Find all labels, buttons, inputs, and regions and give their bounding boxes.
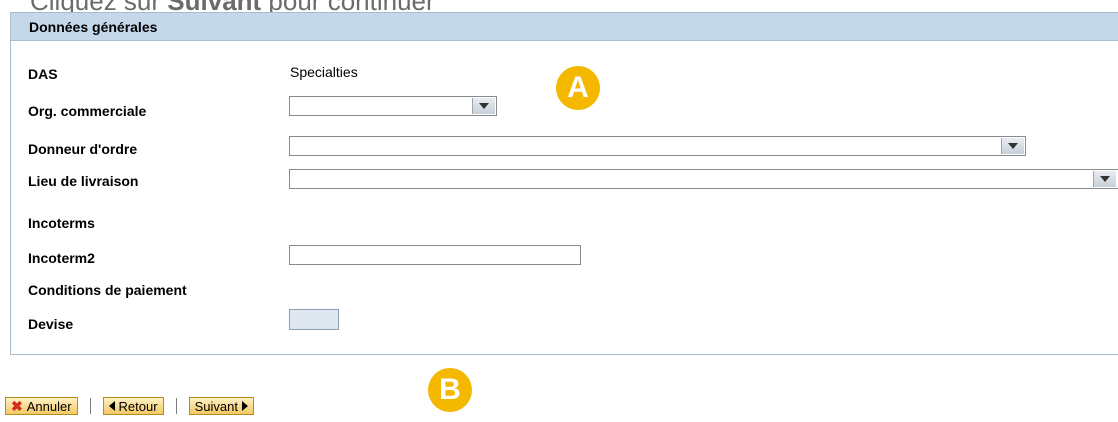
annuler-button[interactable]: ✖ Annuler	[5, 397, 78, 415]
chevron-down-icon	[1008, 143, 1018, 149]
suivant-label: Suivant	[194, 398, 238, 414]
close-icon: ✖	[11, 397, 23, 414]
donneur-ordre-label: Donneur d'ordre	[28, 141, 138, 157]
annuler-label: Annuler	[26, 398, 72, 414]
arrow-left-icon	[108, 401, 115, 411]
lieu-livraison-select[interactable]	[289, 169, 1118, 189]
incoterm2-input[interactable]	[289, 245, 581, 265]
incoterms-label: Incoterms	[28, 215, 95, 231]
conditions-paiement-label: Conditions de paiement	[28, 282, 187, 298]
donneur-ordre-dropdown-button[interactable]	[1001, 138, 1024, 154]
lieu-livraison-dropdown-button[interactable]	[1093, 171, 1116, 187]
toolbar-divider	[89, 398, 91, 414]
das-label: DAS	[28, 66, 58, 82]
devise-label: Devise	[28, 316, 74, 332]
devise-field[interactable]	[289, 309, 339, 330]
donneur-ordre-select[interactable]	[289, 136, 1026, 156]
incoterm2-label: Incoterm2	[28, 250, 95, 266]
panel-title: Données générales	[11, 13, 1118, 41]
das-value: Specialties	[290, 64, 358, 80]
arrow-right-icon	[241, 401, 248, 411]
suivant-button[interactable]: Suivant	[188, 397, 254, 415]
org-commerciale-label: Org. commerciale	[28, 103, 147, 119]
bottom-toolbar: ✖ Annuler Retour Suivant	[5, 396, 254, 416]
retour-button[interactable]: Retour	[102, 397, 164, 415]
toolbar-divider	[175, 398, 177, 414]
callout-marker-b: B	[428, 368, 472, 412]
retour-label: Retour	[118, 398, 158, 414]
org-commerciale-dropdown-button[interactable]	[472, 98, 495, 114]
lieu-livraison-label: Lieu de livraison	[28, 173, 139, 189]
chevron-down-icon	[479, 103, 489, 109]
chevron-down-icon	[1100, 176, 1110, 182]
org-commerciale-select[interactable]	[289, 96, 497, 116]
callout-marker-a: A	[556, 66, 600, 110]
